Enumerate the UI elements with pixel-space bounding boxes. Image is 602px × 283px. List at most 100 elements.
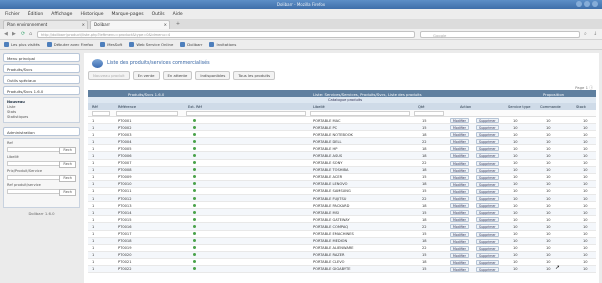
- indisponibles-button[interactable]: Indisponibles: [195, 71, 231, 80]
- modify-button[interactable]: Modifier: [450, 139, 469, 145]
- table-row[interactable]: 1 PT0004 PORTABLE DELL 22 10 10 10 Modifier Supp…: [88, 138, 596, 146]
- modify-button[interactable]: Modifier: [450, 259, 469, 265]
- delete-button[interactable]: Supprimer: [476, 174, 499, 180]
- bookmark-item[interactable]: MesSoft: [100, 42, 122, 47]
- modify-button[interactable]: Modifier: [450, 231, 469, 237]
- modify-button[interactable]: Modifier: [450, 245, 469, 251]
- table-row[interactable]: 1 PT0021 PORTABLE CLEVO 18 10 10 10 Modifier Sup…: [88, 259, 596, 266]
- table-row[interactable]: 1 PT0011 PORTABLE SAMSUNG 15 10 10 10 Modifier S…: [88, 188, 596, 196]
- delete-button[interactable]: Supprimer: [476, 252, 499, 258]
- filter-go-button[interactable]: Rech: [59, 161, 76, 168]
- modify-button[interactable]: Modifier: [450, 118, 469, 123]
- sidebar-button-produits[interactable]: Produits/Svcs: [3, 64, 80, 73]
- delete-button[interactable]: Supprimer: [476, 238, 499, 244]
- table-row[interactable]: 1 PT0020 PORTABLE RAZER 15 10 10 10 Modifier Sup…: [88, 251, 596, 259]
- modify-button[interactable]: Modifier: [450, 160, 469, 166]
- close-tab-icon[interactable]: ×: [164, 22, 167, 27]
- table-row[interactable]: 1 PT0019 PORTABLE ALIENWARE 22 10 10 10 Modifie…: [88, 245, 596, 252]
- forward-icon[interactable]: ▶: [12, 31, 16, 38]
- sidebar-button-outils[interactable]: Outils spéciaux: [3, 75, 80, 84]
- bookmark-item[interactable]: Invitations: [209, 42, 236, 47]
- table-row[interactable]: 1 PT0005 PORTABLE HP 18 10 10 10 Modifier Suppri…: [88, 145, 596, 153]
- table-row[interactable]: 1 PT0001 PORTABLE MAC 15 10 10 10 Modifier Suppr…: [88, 117, 596, 125]
- delete-button[interactable]: Supprimer: [476, 224, 499, 230]
- modify-button[interactable]: Modifier: [450, 146, 469, 152]
- delete-button[interactable]: Supprimer: [476, 203, 499, 209]
- filter-libelle-input[interactable]: [310, 111, 410, 116]
- delete-button[interactable]: Supprimer: [476, 167, 499, 173]
- reload-icon[interactable]: ⟳: [21, 31, 25, 38]
- close-tab-icon[interactable]: ×: [82, 22, 85, 27]
- modify-button[interactable]: Modifier: [450, 132, 469, 138]
- bookmark-item[interactable]: Web Service Online: [129, 42, 173, 47]
- tous-produits-button[interactable]: Tous les produits: [233, 71, 276, 80]
- filter-reference-input[interactable]: [116, 111, 178, 116]
- table-row[interactable]: 1 PT0009 PORTABLE ACER 15 10 10 10 Modifier Supp…: [88, 174, 596, 181]
- back-icon[interactable]: ◀: [4, 31, 8, 38]
- delete-button[interactable]: Supprimer: [476, 231, 499, 237]
- filter-input[interactable]: [7, 175, 67, 180]
- filter-ref-input[interactable]: [92, 111, 110, 116]
- sidebar-button-produits-version[interactable]: Produits/Svcs 1.6.0: [3, 86, 80, 95]
- filter-go-button[interactable]: Rech: [59, 147, 76, 154]
- bookmark-item[interactable]: Dolibarr: [180, 42, 202, 47]
- col-ext-ref[interactable]: Ext. Réf: [188, 105, 202, 109]
- col-stock[interactable]: Stock: [576, 105, 586, 109]
- filter-input[interactable]: [7, 189, 67, 194]
- menu-item[interactable]: Édition: [28, 12, 44, 17]
- bookmark-item[interactable]: Débuter avec Firefox: [46, 42, 93, 47]
- filter-ext-ref-input[interactable]: [186, 111, 306, 116]
- modify-button[interactable]: Modifier: [450, 203, 469, 209]
- close-button[interactable]: [592, 1, 598, 7]
- modify-button[interactable]: Modifier: [450, 238, 469, 244]
- modify-button[interactable]: Modifier: [450, 188, 469, 194]
- delete-button[interactable]: Supprimer: [476, 196, 499, 202]
- filter-qte-input[interactable]: [414, 111, 444, 116]
- table-row[interactable]: 1 PT0002 PORTABLE PC 15 10 10 10 Modifier Suppri…: [88, 124, 596, 132]
- table-row[interactable]: 1 PT0007 PORTABLE SONY 22 10 10 10 Modifier Supp…: [88, 160, 596, 167]
- menu-item[interactable]: Affichage: [51, 12, 72, 17]
- delete-button[interactable]: Supprimer: [476, 160, 499, 166]
- menu-item[interactable]: Aide: [173, 12, 183, 17]
- delete-button[interactable]: Supprimer: [476, 217, 499, 223]
- bookmark-item[interactable]: Les plus visités: [4, 42, 40, 47]
- new-tab-button[interactable]: +: [172, 21, 184, 29]
- download-icon[interactable]: ↓: [593, 31, 597, 38]
- menu-item[interactable]: Historique: [80, 12, 103, 17]
- modify-button[interactable]: Modifier: [450, 224, 469, 230]
- delete-button[interactable]: Supprimer: [476, 153, 499, 159]
- modify-button[interactable]: Modifier: [450, 196, 469, 202]
- window-controls[interactable]: [576, 1, 598, 7]
- sidebar-section-admin[interactable]: Administration: [3, 127, 80, 136]
- delete-button[interactable]: Supprimer: [476, 259, 499, 265]
- menu-item[interactable]: Outils: [152, 12, 165, 17]
- table-row[interactable]: 1 PT0010 PORTABLE LENOVO 18 10 10 10 Modifier Su…: [88, 180, 596, 188]
- delete-button[interactable]: Supprimer: [476, 210, 499, 216]
- modify-button[interactable]: Modifier: [450, 181, 469, 187]
- filter-go-button[interactable]: Rech: [59, 175, 76, 182]
- delete-button[interactable]: Supprimer: [476, 245, 499, 251]
- modify-button[interactable]: Modifier: [450, 167, 469, 173]
- modify-button[interactable]: Modifier: [450, 266, 469, 272]
- modify-button[interactable]: Modifier: [450, 217, 469, 223]
- col-reference[interactable]: Référence: [118, 105, 136, 109]
- table-row[interactable]: 1 PT0022 PORTABLE GIGABYTE 15 10 10 10 Modifier…: [88, 265, 596, 274]
- delete-button[interactable]: Supprimer: [476, 266, 499, 272]
- search-input[interactable]: Google: [420, 31, 580, 38]
- table-row[interactable]: 1 PT0008 PORTABLE TOSHIBA 18 10 10 10 Modifier S…: [88, 166, 596, 174]
- delete-button[interactable]: Supprimer: [476, 132, 499, 138]
- col-commande[interactable]: Commande: [540, 105, 561, 109]
- filter-input[interactable]: [7, 147, 67, 152]
- table-row[interactable]: 1 PT0018 PORTABLE MEDION 18 10 10 10 Modifier Su…: [88, 237, 596, 245]
- delete-button[interactable]: Supprimer: [476, 118, 499, 123]
- modify-button[interactable]: Modifier: [450, 210, 469, 216]
- menu-item[interactable]: Marque-pages: [112, 12, 144, 17]
- new-product-button[interactable]: Nouveau produit: [88, 71, 130, 80]
- table-row[interactable]: 1 PT0014 PORTABLE MSI 15 10 10 10 Modifier Suppr…: [88, 209, 596, 217]
- filter-go-button[interactable]: Rech: [59, 189, 76, 196]
- sidebar-button-menu[interactable]: Menu principal: [3, 53, 80, 62]
- modify-button[interactable]: Modifier: [450, 252, 469, 258]
- delete-button[interactable]: Supprimer: [476, 188, 499, 194]
- table-row[interactable]: 1 PT0016 PORTABLE COMPAQ 22 10 10 10 Modifier Su…: [88, 223, 596, 231]
- col-ref[interactable]: Réf: [92, 105, 98, 109]
